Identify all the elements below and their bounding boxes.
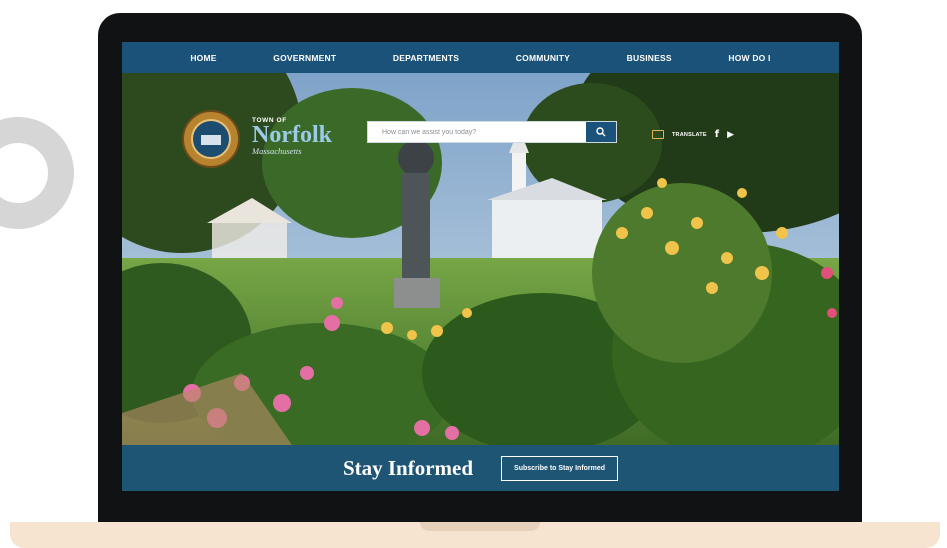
site-wordmark[interactable]: TOWN OF Norfolk Massachusetts bbox=[252, 117, 332, 156]
town-seal-inner bbox=[191, 119, 231, 159]
search-box bbox=[367, 121, 617, 143]
nav-community[interactable]: COMMUNITY bbox=[516, 53, 570, 63]
nav-departments[interactable]: DEPARTMENTS bbox=[393, 53, 459, 63]
stay-informed-heading: Stay Informed bbox=[342, 455, 474, 480]
stay-informed-banner: Stay Informed Subscribe to Stay Informed bbox=[122, 445, 839, 491]
laptop-notch bbox=[420, 522, 540, 531]
laptop-screen: TOWN OF Norfolk Massachusetts TRANSLATE … bbox=[122, 42, 839, 491]
town-seal-icon[interactable] bbox=[182, 110, 240, 168]
wordmark-town-name: Norfolk bbox=[252, 122, 332, 148]
decorative-ring bbox=[0, 117, 74, 229]
hero-image: TOWN OF Norfolk Massachusetts TRANSLATE … bbox=[122, 73, 839, 445]
search-input[interactable] bbox=[368, 122, 586, 142]
translate-icon[interactable] bbox=[652, 130, 664, 139]
nav-government[interactable]: GOVERNMENT bbox=[273, 53, 336, 63]
utility-links: TRANSLATE f ▶ bbox=[652, 129, 734, 140]
translate-link[interactable]: TRANSLATE bbox=[672, 132, 707, 138]
youtube-icon[interactable]: ▶ bbox=[727, 130, 734, 140]
nav-how-do-i[interactable]: HOW DO I bbox=[728, 53, 770, 63]
laptop-base bbox=[10, 522, 940, 548]
subscribe-button[interactable]: Subscribe to Stay Informed bbox=[501, 455, 619, 481]
search-icon bbox=[596, 127, 606, 137]
nav-home[interactable]: HOME bbox=[190, 53, 216, 63]
facebook-icon[interactable]: f bbox=[715, 129, 719, 140]
nav-business[interactable]: BUSINESS bbox=[627, 53, 672, 63]
search-button[interactable] bbox=[586, 122, 616, 142]
main-nav: HOME GOVERNMENT DEPARTMENTS COMMUNITY BU… bbox=[122, 42, 839, 73]
